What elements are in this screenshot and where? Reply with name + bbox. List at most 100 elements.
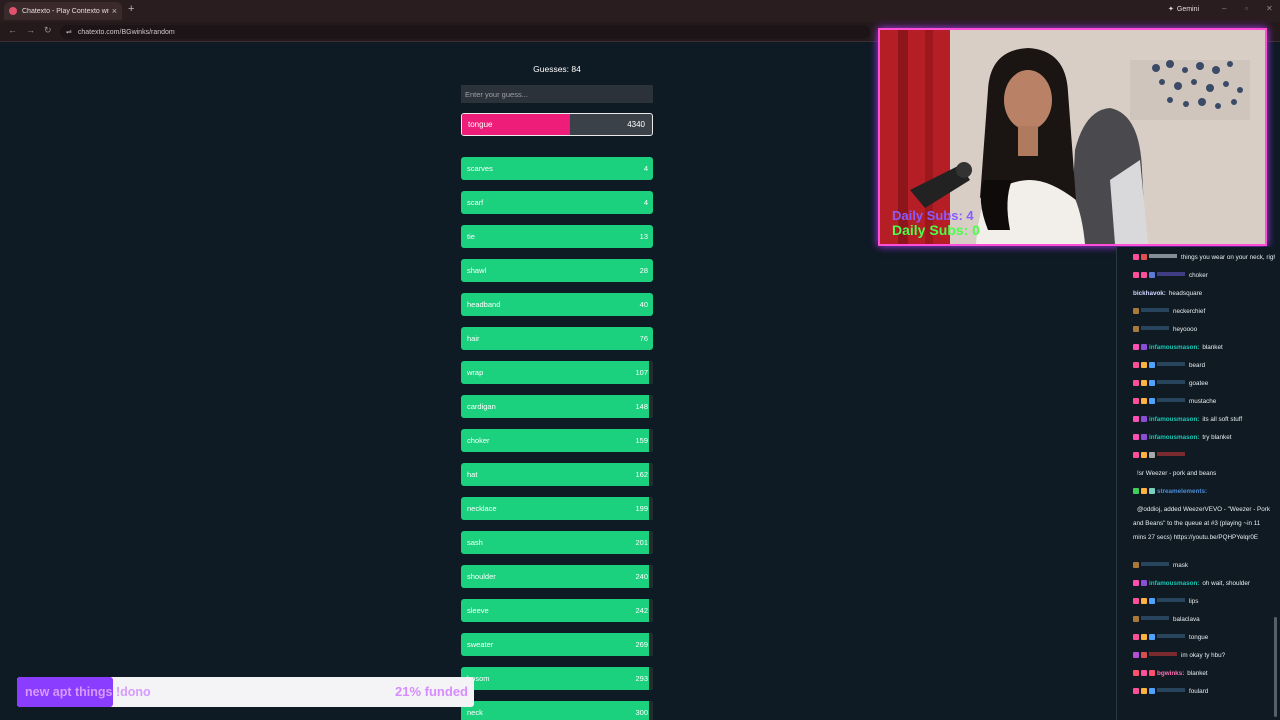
guess-row: hat 162 (461, 463, 653, 486)
guess-row-track (649, 599, 653, 622)
chat-username-obscured[interactable] (1157, 362, 1185, 366)
chat-username-obscured[interactable] (1157, 688, 1185, 692)
chat-username[interactable]: bgwinks: (1157, 670, 1184, 677)
chat-username-obscured[interactable] (1157, 634, 1185, 638)
chat-badge-icon (1133, 434, 1139, 440)
guess-counter: Guesses: 84 (533, 64, 581, 74)
chat-username[interactable]: infamousmason: (1149, 416, 1199, 423)
chat-username-obscured[interactable] (1149, 254, 1177, 258)
chat-message: streamelements: (1133, 485, 1275, 499)
chat-message: goatee (1133, 377, 1275, 391)
close-window-icon[interactable]: ✕ (1266, 4, 1273, 13)
chat-badge-icon (1133, 254, 1139, 260)
browser-tab[interactable]: Chatexto - Play Contexto with Y × (4, 2, 122, 20)
chat-text: im okay ty hbu? (1181, 652, 1226, 659)
chat-badge-icon (1133, 326, 1139, 332)
chat-badge-icon (1149, 380, 1155, 386)
chat-username-obscured[interactable] (1157, 452, 1185, 456)
guess-rank: 293 (635, 674, 648, 683)
chat-badge-icon (1141, 670, 1147, 676)
chat-badge-icon (1133, 362, 1139, 368)
chat-badge-icon (1149, 362, 1155, 368)
chat-badge-icon (1149, 634, 1155, 640)
chat-text: beard (1189, 362, 1206, 369)
chat-username[interactable]: infamousmason: (1149, 580, 1199, 587)
tab-title: Chatexto - Play Contexto with Y (22, 7, 109, 15)
chat-badge-icon (1133, 308, 1139, 314)
address-bar[interactable]: ⇌ chatexto.com/BGwinks/random (60, 25, 870, 39)
guess-rank: 240 (635, 572, 648, 581)
chat-badge-icon (1141, 652, 1147, 658)
chat-badge-icon (1133, 488, 1139, 494)
forward-arrow-icon[interactable]: → (26, 25, 35, 35)
chat-badge-icon (1133, 634, 1139, 640)
chat-message: im okay ty hbu? (1133, 649, 1275, 663)
chat-badge-icon (1149, 272, 1155, 278)
chat-message: infamousmason: oh wait, shoulder (1133, 577, 1275, 591)
chat-text: blanket (1202, 344, 1223, 351)
guess-rank: 201 (635, 538, 648, 547)
chat-badge-icon (1133, 688, 1139, 694)
guess-row-track (649, 531, 653, 554)
chat-username-obscured[interactable] (1141, 562, 1169, 566)
chat-message: infamousmason: try blanket (1133, 431, 1275, 445)
chat-text: heyoooo (1173, 326, 1198, 333)
chat-message: infamousmason: its all soft stuff (1133, 413, 1275, 427)
chat-username-obscured[interactable] (1149, 652, 1177, 656)
guess-row-track (649, 701, 653, 720)
chat-badge-icon (1149, 688, 1155, 694)
guess-input[interactable] (461, 85, 653, 103)
chat-message: mask (1133, 559, 1275, 573)
chat-badge-icon (1133, 580, 1139, 586)
chat-text: try blanket (1202, 434, 1232, 441)
gemini-label: Gemini (1176, 5, 1200, 13)
guess-rank: 300 (635, 708, 648, 717)
chat-panel[interactable]: things you wear on your neck, right? chok… (1116, 247, 1280, 720)
chat-username-obscured[interactable] (1157, 272, 1185, 276)
chat-message: heyoooo (1133, 323, 1275, 337)
donation-goal-bar: new apt things !dono 21% funded (17, 677, 474, 707)
maximize-icon[interactable]: ▫ (1245, 4, 1248, 13)
guess-row: shawl 28 (461, 259, 653, 282)
guess-row-track (649, 361, 653, 384)
chat-username-obscured[interactable] (1141, 326, 1169, 330)
minimize-icon[interactable]: – (1222, 4, 1226, 13)
chat-message: things you wear on your neck, right? (1133, 251, 1275, 265)
chat-message: !sr Weezer - pork and beans (1133, 467, 1275, 481)
guess-row-track (649, 565, 653, 588)
reload-icon[interactable]: ↻ (44, 25, 52, 36)
guess-rank: 148 (635, 402, 648, 411)
chat-username-obscured[interactable] (1141, 308, 1169, 312)
chat-username[interactable]: streamelements: (1157, 488, 1207, 495)
guess-row: cardigan 148 (461, 395, 653, 418)
chat-username-obscured[interactable] (1157, 598, 1185, 602)
chat-badge-icon (1133, 562, 1139, 568)
chat-badge-icon (1149, 452, 1155, 458)
chat-username-obscured[interactable] (1141, 616, 1169, 620)
back-arrow-icon[interactable]: ← (8, 25, 17, 35)
sparkle-icon: ✦ (1168, 6, 1174, 13)
guess-row: necklace 199 (461, 497, 653, 520)
chat-username-obscured[interactable] (1157, 398, 1185, 402)
chat-username[interactable]: infamousmason: (1149, 434, 1199, 441)
chat-text: its all soft stuff (1202, 416, 1243, 423)
chat-username[interactable]: bickhavok: (1133, 290, 1166, 297)
url-text: chatexto.com/BGwinks/random (77, 28, 175, 36)
chat-badge-icon (1141, 434, 1147, 440)
chat-text: neckerchief (1173, 308, 1206, 315)
guess-rank: 159 (635, 436, 648, 445)
guess-rank: 40 (639, 300, 648, 309)
chat-message: @oddioj, added WeezerVEVO - "Weezer - Po… (1133, 503, 1275, 545)
new-tab-button[interactable]: + (128, 3, 134, 15)
donation-goal-percent: 21% funded (395, 684, 468, 699)
guess-word: scarf (467, 198, 484, 207)
tab-close-icon[interactable]: × (112, 6, 117, 16)
gemini-button[interactable]: ✦ Gemini (1168, 5, 1200, 14)
chat-badge-icon (1141, 452, 1147, 458)
chat-badge-icon (1141, 580, 1147, 586)
chat-username-obscured[interactable] (1157, 380, 1185, 384)
chat-username[interactable]: infamousmason: (1149, 344, 1199, 351)
site-info-icon[interactable]: ⇌ (66, 28, 72, 36)
chat-text: mustache (1189, 398, 1217, 405)
chat-badge-icon (1133, 670, 1139, 676)
